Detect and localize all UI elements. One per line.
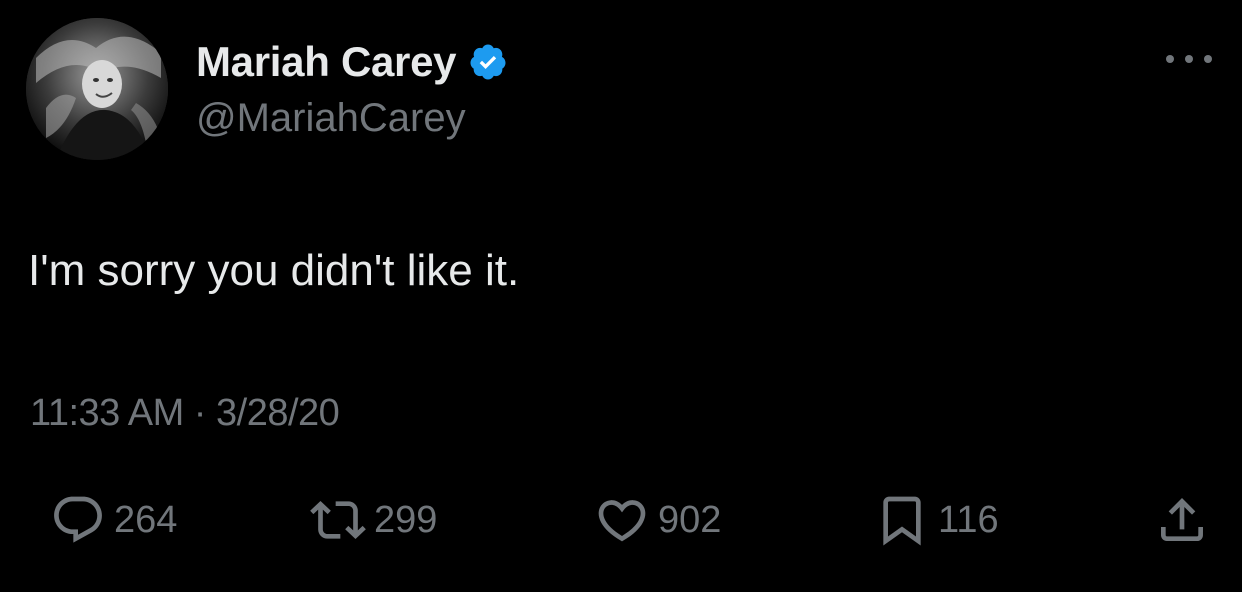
more-dot (1166, 55, 1174, 63)
avatar-photo (26, 18, 168, 160)
retweet-button[interactable]: 299 (310, 490, 437, 550)
author-handle[interactable]: @MariahCarey (196, 96, 466, 141)
more-horizontal-icon[interactable] (1166, 50, 1212, 68)
retweet-arrows-icon (310, 501, 366, 539)
author-name-row: Mariah Carey (196, 36, 508, 88)
bookmark-button[interactable]: 116 (874, 490, 999, 550)
share-upload-icon (1161, 498, 1203, 541)
timestamp-separator: · (193, 392, 207, 434)
author-display-name[interactable]: Mariah Carey (196, 38, 457, 86)
more-dot (1204, 55, 1212, 63)
tweet-timestamp[interactable]: 11:33 AM · 3/28/20 (30, 392, 340, 435)
tweet-time: 11:33 AM (30, 392, 184, 434)
verified-badge-icon[interactable] (468, 42, 508, 82)
retweet-count: 299 (374, 498, 438, 541)
share-button[interactable] (1154, 490, 1210, 550)
bookmark-icon (883, 496, 921, 546)
heart-icon (598, 500, 646, 542)
avatar[interactable] (26, 18, 168, 160)
reply-count: 264 (114, 498, 178, 541)
tweet-date: 3/28/20 (216, 392, 340, 434)
tweet-card: Mariah Carey @MariahCarey I'm sorry you … (0, 0, 1242, 592)
bookmark-count: 116 (938, 498, 999, 541)
tweet-action-bar: 264 299 902 116 (0, 490, 1242, 550)
like-count: 902 (658, 498, 722, 541)
reply-button[interactable]: 264 (50, 490, 177, 550)
like-button[interactable]: 902 (594, 490, 721, 550)
reply-bubble-icon (54, 496, 102, 543)
more-dot (1185, 55, 1193, 63)
tweet-text: I'm sorry you didn't like it. (28, 246, 520, 295)
